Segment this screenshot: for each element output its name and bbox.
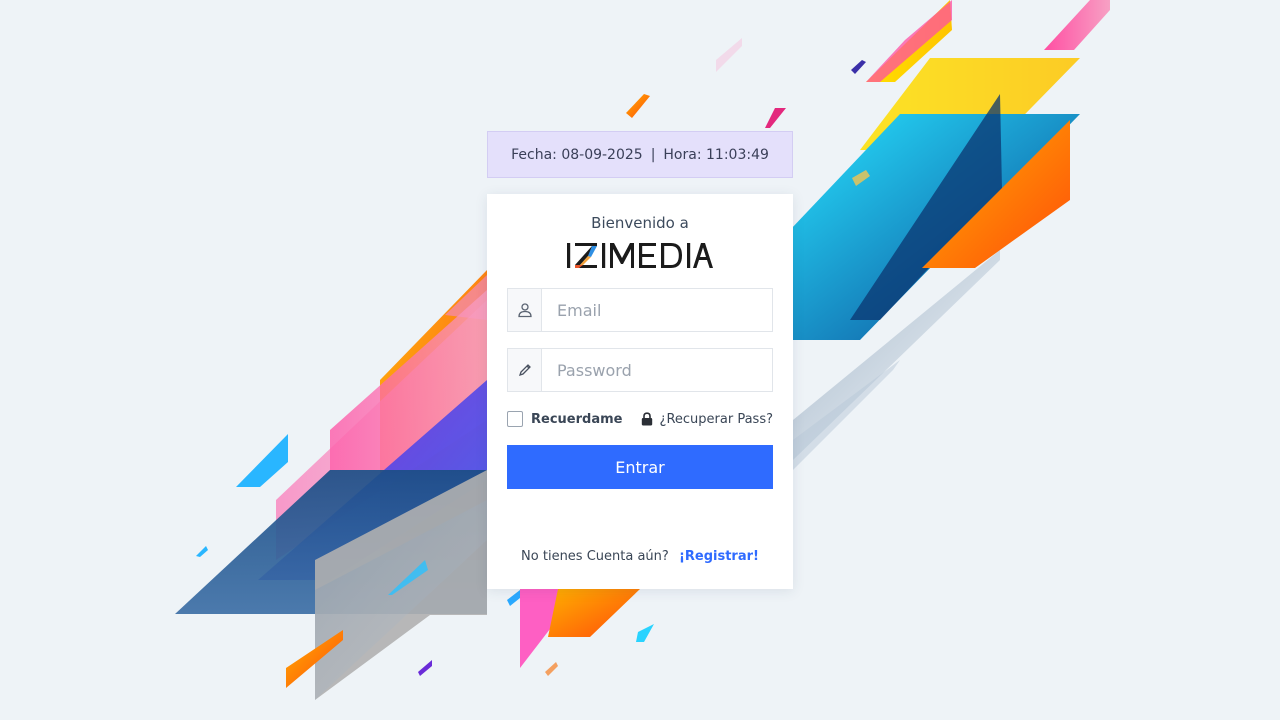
email-field-group bbox=[507, 288, 773, 332]
remember-label: Recuerdame bbox=[531, 411, 623, 427]
options-row: Recuerdame ¿Recuperar Pass? bbox=[507, 408, 773, 430]
welcome-text: Bienvenido a bbox=[591, 214, 689, 232]
login-page: Fecha: 08-09-2025 | Hora: 11:03:49 Bienv… bbox=[0, 0, 1280, 720]
password-input[interactable] bbox=[542, 349, 772, 391]
recover-password-link[interactable]: ¿Recuperar Pass? bbox=[641, 412, 773, 427]
signup-prompt: No tienes Cuenta aún? ¡Registrar! bbox=[487, 549, 793, 564]
izimedia-logo-graphic bbox=[567, 243, 713, 268]
login-card: Bienvenido a Email Recuerdame ¿Recuperar… bbox=[487, 194, 793, 589]
signup-prompt-text: No tienes Cuenta aún? bbox=[521, 549, 669, 564]
brand-logo bbox=[507, 240, 773, 270]
login-button[interactable]: Entrar bbox=[507, 445, 773, 489]
remember-me[interactable]: Recuerdame bbox=[507, 411, 622, 427]
remember-checkbox[interactable] bbox=[507, 411, 523, 427]
lock-icon bbox=[641, 412, 652, 426]
email-input[interactable] bbox=[542, 289, 772, 331]
recover-label: ¿Recuperar Pass? bbox=[659, 411, 773, 427]
user-icon bbox=[508, 289, 542, 331]
date-time-separator: | bbox=[650, 146, 656, 163]
date-time-bar: Fecha: 08-09-2025 | Hora: 11:03:49 bbox=[487, 131, 793, 178]
register-link[interactable]: ¡Registrar! bbox=[679, 549, 759, 564]
date-label: Fecha: 08-09-2025 bbox=[511, 146, 643, 163]
pencil-icon bbox=[508, 349, 542, 391]
password-field-group bbox=[507, 348, 773, 392]
time-label: Hora: 11:03:49 bbox=[663, 146, 769, 163]
